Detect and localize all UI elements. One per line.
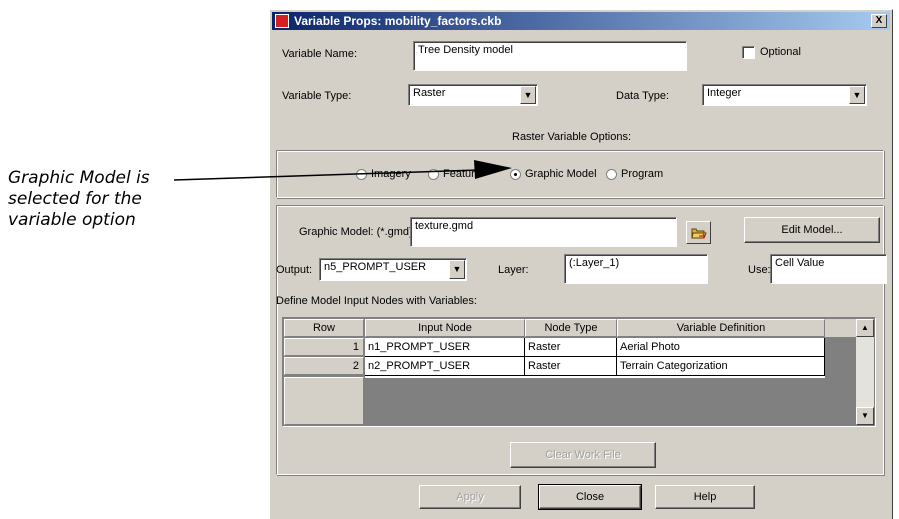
app-icon: [275, 14, 289, 28]
clear-work-file-button[interactable]: Clear Work File: [510, 442, 656, 468]
close-icon: X: [875, 15, 883, 26]
output-label: Output:: [276, 264, 313, 276]
scroll-up-icon[interactable]: ▲: [856, 319, 874, 337]
row-header[interactable]: 1: [284, 338, 364, 356]
annotation-callout: Graphic Model is selected for the variab…: [8, 168, 150, 231]
radio-feature-label: Feature: [443, 168, 481, 180]
radio-graphic-model-label: Graphic Model: [525, 168, 597, 180]
variable-type-select[interactable]: Raster ▼: [408, 84, 538, 106]
chevron-down-icon[interactable]: ▼: [520, 86, 536, 104]
use-label: Use:: [748, 264, 771, 276]
output-select[interactable]: n5_PROMPT_USER ▼: [319, 258, 467, 281]
row-header-empty: [284, 377, 364, 425]
browse-folder-button[interactable]: [686, 221, 711, 244]
raster-options-label: Raster Variable Options:: [512, 131, 632, 143]
radio-program[interactable]: Program: [606, 168, 663, 180]
optional-label: Optional: [760, 46, 801, 58]
variable-name-input[interactable]: Tree Density model: [413, 41, 687, 71]
variable-type-label: Variable Type:: [282, 90, 352, 102]
data-type-select[interactable]: Integer ▼: [702, 84, 867, 106]
radio-circle-icon: [428, 168, 439, 180]
table-cell-node-type[interactable]: Raster: [525, 357, 617, 376]
folder-open-icon: [691, 228, 707, 239]
column-header-row[interactable]: Row: [284, 319, 364, 337]
chevron-down-icon[interactable]: ▼: [449, 260, 465, 279]
table-cell-node-type[interactable]: Raster: [525, 338, 617, 357]
table-cell-input-node[interactable]: n1_PROMPT_USER: [365, 338, 525, 357]
chevron-down-icon[interactable]: ▼: [849, 86, 865, 104]
use-input[interactable]: Cell Value: [770, 254, 887, 284]
define-nodes-label: Define Model Input Nodes with Variables:: [276, 295, 477, 307]
column-header-spacer: [825, 319, 857, 337]
column-header-node-type[interactable]: Node Type: [525, 319, 617, 337]
table-cell-variable-definition[interactable]: Terrain Categorization: [617, 357, 825, 376]
dialog-title: Variable Props: mobility_factors.ckb: [294, 14, 502, 28]
table-cell-input-node[interactable]: n2_PROMPT_USER: [365, 357, 525, 376]
input-nodes-table: Row Input Node Node Type Variable Defini…: [282, 317, 876, 427]
apply-button[interactable]: Apply: [419, 485, 521, 509]
table-cell-variable-definition[interactable]: Aerial Photo: [617, 338, 825, 357]
help-button[interactable]: Help: [655, 485, 755, 509]
close-button[interactable]: Close: [538, 484, 642, 510]
radio-feature[interactable]: Feature: [428, 168, 481, 180]
radio-imagery-label: Imagery: [371, 168, 411, 180]
radio-imagery[interactable]: Imagery: [356, 168, 411, 180]
column-header-variable-definition[interactable]: Variable Definition: [617, 319, 825, 337]
close-window-button[interactable]: X: [871, 14, 887, 28]
row-header[interactable]: 2: [284, 357, 364, 375]
annotation-line-3: variable option: [8, 210, 136, 230]
table-vertical-scrollbar[interactable]: ▲ ▼: [856, 319, 874, 425]
data-type-value: Integer: [707, 87, 742, 99]
output-value: n5_PROMPT_USER: [324, 261, 427, 273]
graphic-model-label: Graphic Model: (*.gmd): [299, 226, 413, 238]
scroll-down-icon[interactable]: ▼: [856, 407, 874, 425]
variable-type-value: Raster: [413, 87, 446, 99]
title-bar[interactable]: Variable Props: mobility_factors.ckb X: [272, 12, 890, 30]
radio-selected-icon: [510, 168, 521, 180]
layer-label: Layer:: [498, 264, 529, 276]
annotation-line-1: Graphic Model is: [8, 168, 150, 188]
variable-name-label: Variable Name:: [282, 48, 357, 60]
data-type-label: Data Type:: [616, 90, 669, 102]
radio-graphic-model[interactable]: Graphic Model: [510, 168, 597, 180]
layer-input[interactable]: (:Layer_1): [564, 254, 708, 284]
radio-circle-icon: [606, 168, 617, 180]
annotation-line-2: selected for the: [8, 189, 142, 209]
edit-model-button[interactable]: Edit Model...: [744, 217, 880, 243]
variable-props-dialog: Variable Props: mobility_factors.ckb X V…: [269, 9, 893, 519]
radio-circle-icon: [356, 168, 367, 180]
graphic-model-input[interactable]: texture.gmd: [410, 217, 677, 247]
column-header-input-node[interactable]: Input Node: [365, 319, 525, 337]
radio-program-label: Program: [621, 168, 664, 180]
optional-checkbox[interactable]: [742, 46, 755, 59]
